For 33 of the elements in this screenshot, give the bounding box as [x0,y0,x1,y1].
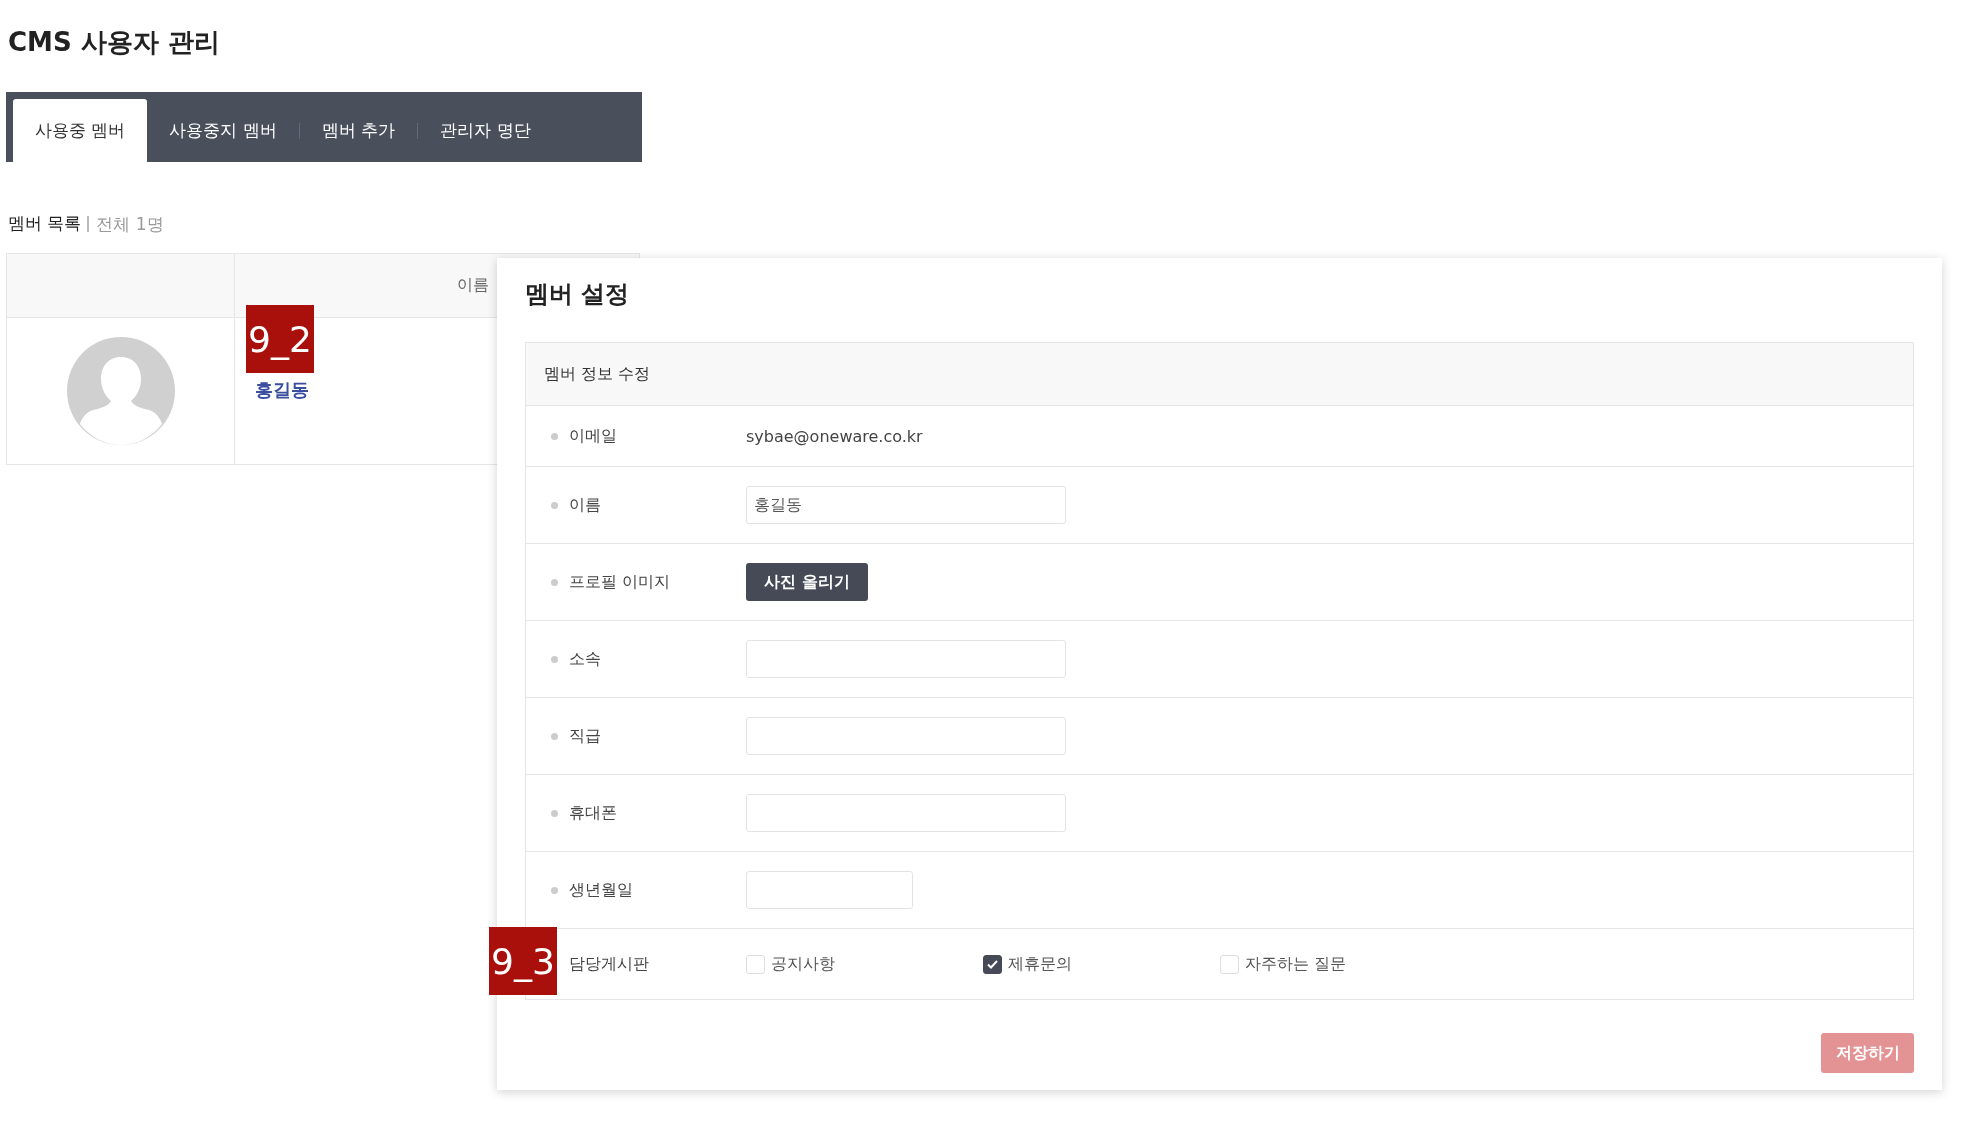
annotation-badge: 9_2 [246,305,314,373]
board-checkbox-option[interactable]: 제휴문의 [983,953,1220,975]
date-input-field[interactable] [746,871,913,909]
section-title: 멤버 정보 수정 [544,363,651,385]
text-input-field[interactable] [746,717,1066,755]
tab[interactable]: 멤버 추가 [299,99,418,162]
text-input-field[interactable] [746,640,1066,678]
dialog-title: 멤버 설정 [525,279,631,310]
tab[interactable]: 사용중지 멤버 [147,99,299,162]
list-title: 멤버 목록 [8,212,82,235]
field-label: 담당게시판 [569,953,649,975]
tab[interactable]: 관리자 명단 [418,99,553,162]
field-label: 직급 [569,725,601,747]
column-header: 이름 [457,275,489,296]
field-label: 소속 [569,648,601,670]
text-input-field[interactable] [746,794,1066,832]
upload-photo-button[interactable]: 사진 올리기 [746,563,868,601]
board-checkbox-option[interactable]: 자주하는 질문 [1220,953,1457,975]
field-label: 이름 [569,494,601,516]
member-name-link[interactable]: 홍길동 [255,379,309,400]
member-count: 전체 1명 [87,215,164,232]
page-title: CMS 사용자 관리 [8,26,221,59]
avatar-silhouette-icon [66,337,175,445]
annotation-badge: 9_3 [489,927,557,995]
text-input-field[interactable]: 홍길동 [746,486,1066,524]
field-label: 휴대폰 [569,802,617,824]
field-label: 프로필 이미지 [569,571,671,593]
tab[interactable]: 사용중 멤버 [13,99,148,162]
email-value: sybae@oneware.co.kr [746,426,924,446]
field-label: 생년월일 [569,879,633,901]
board-checkbox-option[interactable]: 공지사항 [746,953,983,975]
field-label: 이메일 [569,425,617,447]
checkbox[interactable] [983,954,1002,974]
